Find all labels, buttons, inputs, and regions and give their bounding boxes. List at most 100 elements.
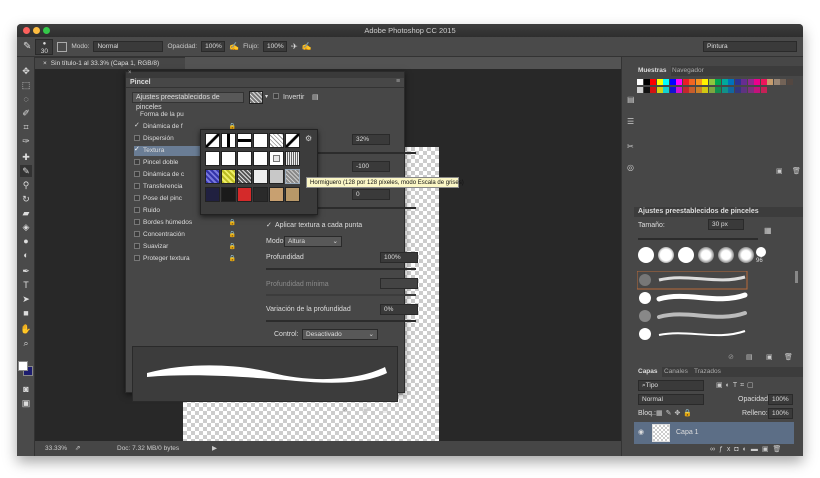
delete-brush-preset-icon[interactable]: 🗑 (784, 353, 793, 361)
color-swatch[interactable] (676, 87, 682, 93)
flow-field[interactable]: 100% (262, 41, 287, 52)
depth-slider[interactable] (266, 268, 416, 270)
eyedropper-tool-icon[interactable]: ✑ (20, 135, 32, 147)
texture-swatch[interactable] (221, 169, 236, 184)
brush-tip[interactable] (738, 247, 754, 263)
color-swatch[interactable] (708, 87, 715, 93)
brush-tip[interactable] (718, 247, 734, 263)
texture-swatch[interactable] (269, 169, 284, 184)
color-swatch[interactable] (734, 87, 741, 93)
checkbox-checked[interactable]: ✓ (134, 122, 140, 129)
mode-select[interactable]: Normal (93, 41, 164, 52)
brush-panel-tab[interactable]: Pincel (126, 78, 404, 88)
list-item[interactable]: Proteger textura 🔒 (134, 254, 236, 264)
brush-presets-scrollbar[interactable] (795, 271, 798, 283)
hand-tool-icon[interactable]: ✋ (20, 323, 32, 335)
list-item[interactable]: Forma de la pu (134, 110, 226, 120)
filter-icons[interactable]: ▣◐T⌗▢ (716, 381, 757, 390)
texture-swatch-selected[interactable] (285, 169, 300, 184)
brush-size-field[interactable]: 30 px (708, 219, 744, 230)
checkbox[interactable] (134, 231, 140, 238)
color-swatch[interactable] (682, 87, 689, 93)
brush-tip[interactable] (698, 247, 714, 263)
brush-panel-toggle-icon[interactable] (57, 41, 68, 52)
healing-tool-icon[interactable]: ✚ (20, 151, 32, 163)
color-swatch[interactable] (754, 87, 760, 93)
color-swatch[interactable] (721, 87, 728, 93)
lock-icon[interactable]: 🔒 (229, 218, 236, 228)
brush-size-slider[interactable] (638, 238, 758, 240)
lasso-tool-icon[interactable]: ◌ (20, 93, 32, 105)
tab-layers[interactable]: Capas (634, 367, 662, 377)
apply-each-tip-checkbox[interactable]: ✓ (266, 221, 272, 229)
texture-swatch[interactable] (237, 187, 252, 202)
opacity-pressure-icon[interactable]: ✍ (229, 42, 239, 51)
contrast-field[interactable]: 0 (352, 189, 390, 200)
color-swatch[interactable] (760, 87, 767, 93)
brush-size-picker[interactable]: ● 30 (35, 38, 54, 55)
new-swatch-icon[interactable]: ▣ (776, 167, 783, 175)
foreground-color-swatch[interactable] (18, 361, 28, 371)
depth-jitter-slider[interactable] (266, 320, 416, 322)
texture-swatch[interactable] (205, 133, 220, 148)
color-swatch[interactable] (715, 79, 721, 85)
color-swatch[interactable] (773, 79, 780, 85)
rectangle-tool-icon[interactable]: ■ (20, 307, 32, 319)
reset-brush-icon[interactable]: ▦ (764, 226, 772, 235)
texture-swatch[interactable] (253, 187, 268, 202)
brush-presets-button[interactable]: Ajustes preestablecidos de pinceles (132, 92, 244, 111)
delete-swatch-icon[interactable]: 🗑 (792, 167, 801, 175)
color-swatch[interactable] (702, 79, 708, 85)
quick-mask-icon[interactable]: ◙ (20, 383, 32, 395)
color-swatch[interactable] (695, 79, 702, 85)
layer-name[interactable]: Capa 1 (676, 429, 699, 436)
color-swatch[interactable] (637, 87, 643, 93)
dodge-tool-icon[interactable]: ◐ (20, 249, 32, 261)
color-swatch[interactable] (669, 79, 676, 85)
texture-swatch[interactable] (205, 187, 220, 202)
color-swatch[interactable] (734, 79, 741, 85)
texture-swatch[interactable] (269, 187, 284, 202)
color-swatch[interactable] (643, 79, 650, 85)
color-swatch[interactable] (786, 79, 793, 85)
texture-swatch[interactable] (221, 151, 236, 166)
color-swatch[interactable] (747, 79, 754, 85)
color-swatch[interactable] (741, 87, 747, 93)
checkbox-checked[interactable]: ✓ (134, 146, 140, 153)
color-swatch[interactable] (754, 79, 760, 85)
lock-icon[interactable]: 🔒 (229, 254, 236, 264)
checkbox[interactable] (134, 159, 140, 166)
color-swatch[interactable] (676, 79, 682, 85)
tools-preset-icon[interactable]: ✂ (627, 142, 634, 151)
color-swatch[interactable] (643, 87, 650, 93)
color-swatch[interactable] (702, 87, 708, 93)
checkbox[interactable] (134, 207, 140, 214)
marquee-tool-icon[interactable]: ⬚ (20, 79, 32, 91)
scale-field[interactable]: 32% (352, 134, 390, 145)
type-tool-icon[interactable]: T (20, 279, 32, 291)
color-swatch[interactable] (682, 79, 689, 85)
color-swatch[interactable] (650, 79, 656, 85)
lock-icons[interactable]: ▦✎✥🔒 (656, 409, 695, 417)
texture-swatch[interactable] (221, 133, 236, 148)
crop-tool-icon[interactable]: ⌗ (20, 121, 32, 133)
texture-swatch[interactable] (205, 151, 220, 166)
brush-tool-icon-active[interactable]: ✎ (20, 165, 32, 177)
checkbox[interactable] (134, 219, 140, 226)
brush-tip[interactable] (658, 247, 674, 263)
color-swatch[interactable] (656, 79, 663, 85)
airbrush-icon[interactable]: ✈ (291, 42, 298, 51)
eraser-tool-icon[interactable]: ▰ (20, 207, 32, 219)
history-brush-tool-icon[interactable]: ↻ (20, 193, 32, 205)
fill-field[interactable]: 100% (768, 408, 793, 419)
path-selection-tool-icon[interactable]: ➤ (20, 293, 32, 305)
color-swatch[interactable] (715, 87, 721, 93)
list-item[interactable]: Suavizar 🔒 (134, 242, 236, 252)
brush-panel-menu-icon[interactable]: ≡ (396, 78, 400, 85)
blur-tool-icon[interactable]: ● (20, 235, 32, 247)
checkbox[interactable] (134, 255, 140, 262)
color-swatch[interactable] (663, 79, 669, 85)
eye-icon[interactable]: ◉ (638, 428, 644, 436)
color-swatch[interactable] (650, 87, 656, 93)
list-item[interactable]: Bordes húmedos 🔒 (134, 218, 236, 228)
